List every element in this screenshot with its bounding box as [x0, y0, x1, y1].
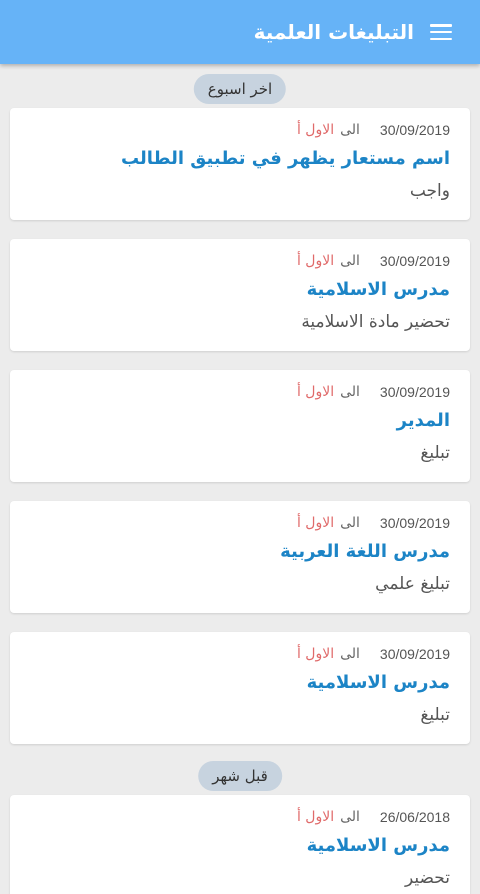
card-meta: 26/06/2018 الى الاول أ	[30, 807, 450, 827]
card-sender: اسم مستعار يظهر في تطبيق الطالب	[120, 148, 450, 169]
card-sender: مدرس الاسلامية	[306, 672, 450, 693]
card-meta: 30/09/2019 الى الاول أ	[30, 251, 450, 271]
card-date: 26/06/2018	[379, 809, 450, 825]
card-date: 30/09/2019	[379, 646, 450, 662]
card-class: الاول أ	[296, 809, 335, 825]
announcement-card[interactable]: 30/09/2019 الى الاول أ اسم مستعار يظهر ف…	[10, 108, 470, 220]
card-body: واجب	[409, 181, 450, 201]
card-body: تحضير	[405, 868, 450, 888]
card-body: تحضير مادة الاسلامية	[301, 312, 450, 332]
card-sender: المدير	[396, 410, 450, 431]
card-meta: 30/09/2019 الى الاول أ	[30, 382, 450, 402]
card-class: الاول أ	[296, 384, 335, 400]
card-body: تبليغ	[420, 443, 450, 463]
announcement-card[interactable]: 30/09/2019 الى الاول أ مدرس الاسلامية تب…	[10, 632, 470, 744]
app-bar: التبليغات العلمية	[0, 0, 480, 64]
card-to-label: الى	[340, 809, 360, 825]
menu-icon[interactable]	[430, 24, 452, 40]
card-sender: مدرس الاسلامية	[306, 835, 450, 856]
card-to-label: الى	[340, 646, 360, 662]
card-class: الاول أ	[296, 253, 335, 269]
card-sender: مدرس اللغة العربية	[280, 541, 450, 562]
card-meta: 30/09/2019 الى الاول أ	[30, 120, 450, 140]
card-meta: 30/09/2019 الى الاول أ	[30, 644, 450, 664]
card-to-label: الى	[340, 122, 360, 138]
card-to-label: الى	[340, 384, 360, 400]
announcement-card[interactable]: 30/09/2019 الى الاول أ مدرس الاسلامية تح…	[10, 239, 470, 351]
page-title: التبليغات العلمية	[253, 20, 414, 44]
card-body: تبليغ علمي	[375, 574, 450, 594]
card-class: الاول أ	[296, 515, 335, 531]
card-body: تبليغ	[420, 705, 450, 725]
card-date: 30/09/2019	[379, 253, 450, 269]
card-class: الاول أ	[296, 646, 335, 662]
announcements-feed[interactable]: اخر اسبوع 30/09/2019 الى الاول أ اسم مست…	[0, 64, 480, 894]
announcement-card[interactable]: 26/06/2018 الى الاول أ مدرس الاسلامية تح…	[10, 795, 470, 894]
card-class: الاول أ	[296, 122, 335, 138]
card-date: 30/09/2019	[379, 384, 450, 400]
card-meta: 30/09/2019 الى الاول أ	[30, 513, 450, 533]
section-label-last-month: قبل شهر	[198, 761, 282, 791]
announcement-card[interactable]: 30/09/2019 الى الاول أ المدير تبليغ	[10, 370, 470, 482]
card-date: 30/09/2019	[379, 122, 450, 138]
card-to-label: الى	[340, 515, 360, 531]
card-to-label: الى	[340, 253, 360, 269]
announcement-card[interactable]: 30/09/2019 الى الاول أ مدرس اللغة العربي…	[10, 501, 470, 613]
section-label-last-week: اخر اسبوع	[193, 74, 287, 104]
card-sender: مدرس الاسلامية	[306, 279, 450, 300]
card-date: 30/09/2019	[379, 515, 450, 531]
